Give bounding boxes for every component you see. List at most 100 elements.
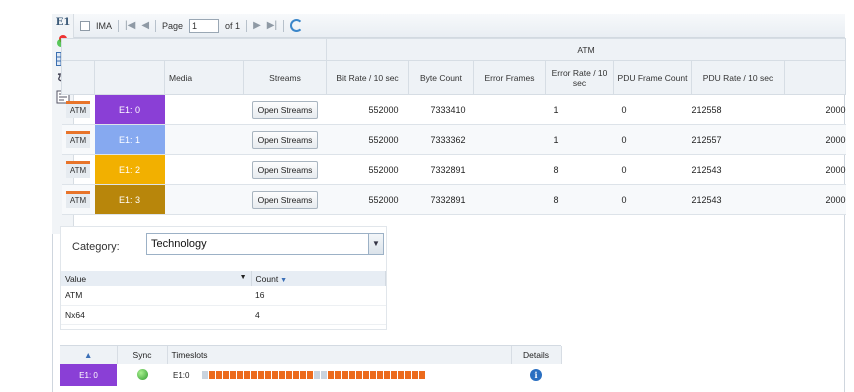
timeslot-segment: [264, 371, 271, 380]
timeslots-panel: ▲ Sync Timeslots Details E1: 0 E1:0 i: [60, 345, 562, 392]
timeslot-segment: [355, 371, 362, 380]
col-media-header[interactable]: Media: [164, 60, 244, 95]
list-item[interactable]: ATM 16: [61, 286, 386, 306]
chevron-down-icon[interactable]: ▼: [368, 234, 383, 254]
col-error-frames-header[interactable]: Error Frames: [473, 60, 546, 95]
pdu-rate-cell: 2000: [784, 124, 846, 155]
timeslot-label: E1:0: [173, 370, 190, 380]
error-frames-blank: [473, 94, 546, 125]
page-input[interactable]: 1: [189, 18, 220, 33]
pdu-frame-count-cell: 212558: [691, 94, 785, 125]
media-cell: [164, 154, 244, 185]
media-cell: [164, 94, 244, 125]
table-row[interactable]: ATM E1: 2 Open Streams 552000 7332891 8 …: [61, 154, 846, 185]
byte-count-cell: 7333362: [408, 124, 474, 155]
timeslot-segment: [383, 371, 390, 380]
timeslots-column-header[interactable]: Timeslots: [167, 346, 512, 364]
last-page-icon[interactable]: ▶|: [267, 20, 277, 31]
toolbar-separator: [246, 19, 248, 32]
category-values-table: Value ▼ Count ▼ ATM 16 Nx64 4: [61, 271, 386, 325]
next-page-icon[interactable]: ▶: [253, 20, 261, 31]
e1-cell[interactable]: E1: 1: [94, 124, 165, 155]
timeslot-segment: [362, 371, 369, 380]
e1-cell[interactable]: E1: 3: [94, 184, 165, 215]
sort-asc-icon[interactable]: ▲: [60, 346, 118, 364]
pdu-frame-count-cell: 212557: [691, 124, 785, 155]
pdu-frame-count-cell: 212543: [691, 184, 785, 215]
details-column-header[interactable]: Details: [511, 346, 562, 364]
count-column-header[interactable]: Count ▼: [251, 271, 386, 286]
error-frames-cell: 1: [545, 124, 614, 155]
col-streams-header[interactable]: Streams: [243, 60, 327, 95]
timeslot-segment: [313, 371, 320, 380]
info-icon[interactable]: i: [530, 369, 542, 381]
sort-desc-icon[interactable]: ▼: [278, 277, 287, 284]
value-column-header[interactable]: Value ▼: [61, 271, 252, 286]
e1-cell[interactable]: E1: 0: [60, 364, 117, 386]
byte-count-cell: 7333410: [408, 94, 474, 125]
timeslot-segment: [320, 371, 327, 380]
protocol-chip: ATM: [66, 101, 90, 118]
error-rate-cell: 0: [613, 124, 692, 155]
error-frames-cell: 1: [545, 94, 614, 125]
col-pdu-frame-count-header[interactable]: PDU Frame Count: [613, 60, 692, 95]
timeslot-segment: [404, 371, 411, 380]
sort-menu-icon[interactable]: ▼: [240, 274, 251, 281]
value-cell: ATM: [61, 286, 251, 306]
ima-checkbox[interactable]: [80, 20, 90, 31]
timeslot-segment: [229, 371, 236, 380]
timeslot-segment: [418, 371, 425, 380]
timeslot-segment: [334, 371, 341, 380]
col-bit-rate-header[interactable]: Bit Rate / 10 sec: [326, 60, 409, 95]
category-select[interactable]: Technology ▼: [146, 233, 384, 255]
e1-cell[interactable]: E1: 0: [94, 94, 165, 125]
pdu-frame-count-cell: 212543: [691, 154, 785, 185]
sync-column-header[interactable]: Sync: [117, 346, 168, 364]
timeslot-bar: [201, 371, 426, 380]
pdu-rate-cell: 2000: [784, 184, 846, 215]
error-frames-blank: [473, 124, 546, 155]
page-label: Page: [162, 20, 184, 31]
timeslot-segment: [390, 371, 397, 380]
sync-status-icon: [136, 368, 148, 380]
open-streams-button[interactable]: Open Streams: [251, 190, 319, 209]
media-cell: [164, 124, 244, 155]
timeslot-segment: [285, 371, 292, 380]
byte-count-cell: 7332891: [408, 154, 474, 185]
refresh-icon[interactable]: [290, 19, 304, 32]
category-selected-value: Technology: [151, 238, 207, 250]
table-row[interactable]: ATM E1: 0 Open Streams 552000 7333410 1 …: [61, 94, 846, 125]
bit-rate-cell: 552000: [326, 94, 409, 125]
open-streams-button[interactable]: Open Streams: [251, 130, 319, 149]
e1-cell[interactable]: E1: 2: [94, 154, 165, 185]
error-frames-blank: [473, 184, 546, 215]
col-proto-header[interactable]: [61, 60, 95, 95]
error-frames-cell: 8: [545, 154, 614, 185]
timeslot-segment: [257, 371, 264, 380]
timeslot-segment: [208, 371, 215, 380]
col-error-rate-header[interactable]: Error Rate / 10 sec: [545, 60, 614, 95]
table-row[interactable]: ATM E1: 1 Open Streams 552000 7333362 1 …: [61, 124, 846, 155]
first-page-icon[interactable]: |◀: [125, 20, 135, 31]
count-cell: 16: [251, 286, 386, 306]
timeslot-segment: [369, 371, 376, 380]
category-panel: Category: Technology ▼ Value ▼ Count ▼ AT…: [60, 226, 387, 330]
table-row[interactable]: E1: 0 E1:0 i: [60, 364, 561, 386]
timeslot-segment: [243, 371, 250, 380]
list-item[interactable]: Nx64 4: [61, 305, 386, 325]
open-streams-button[interactable]: Open Streams: [251, 100, 319, 119]
timeslot-segment: [222, 371, 229, 380]
col-e1-header[interactable]: [94, 60, 165, 95]
prev-page-icon[interactable]: ◀: [141, 20, 149, 31]
timeslot-segment: [306, 371, 313, 380]
col-byte-count-header[interactable]: Byte Count: [408, 60, 474, 95]
open-streams-button[interactable]: Open Streams: [251, 160, 319, 179]
col-pdu-rate-header[interactable]: PDU Rate / 10 sec: [691, 60, 785, 95]
toolbar-separator: [283, 19, 285, 32]
category-label: Category:: [72, 241, 120, 253]
timeslot-segment: [397, 371, 404, 380]
timeslots-table: ▲ Sync Timeslots Details E1: 0 E1:0 i: [60, 346, 562, 386]
byte-count-cell: 7332891: [408, 184, 474, 215]
table-row[interactable]: ATM E1: 3 Open Streams 552000 7332891 8 …: [61, 184, 846, 215]
protocol-chip: ATM: [66, 161, 90, 178]
